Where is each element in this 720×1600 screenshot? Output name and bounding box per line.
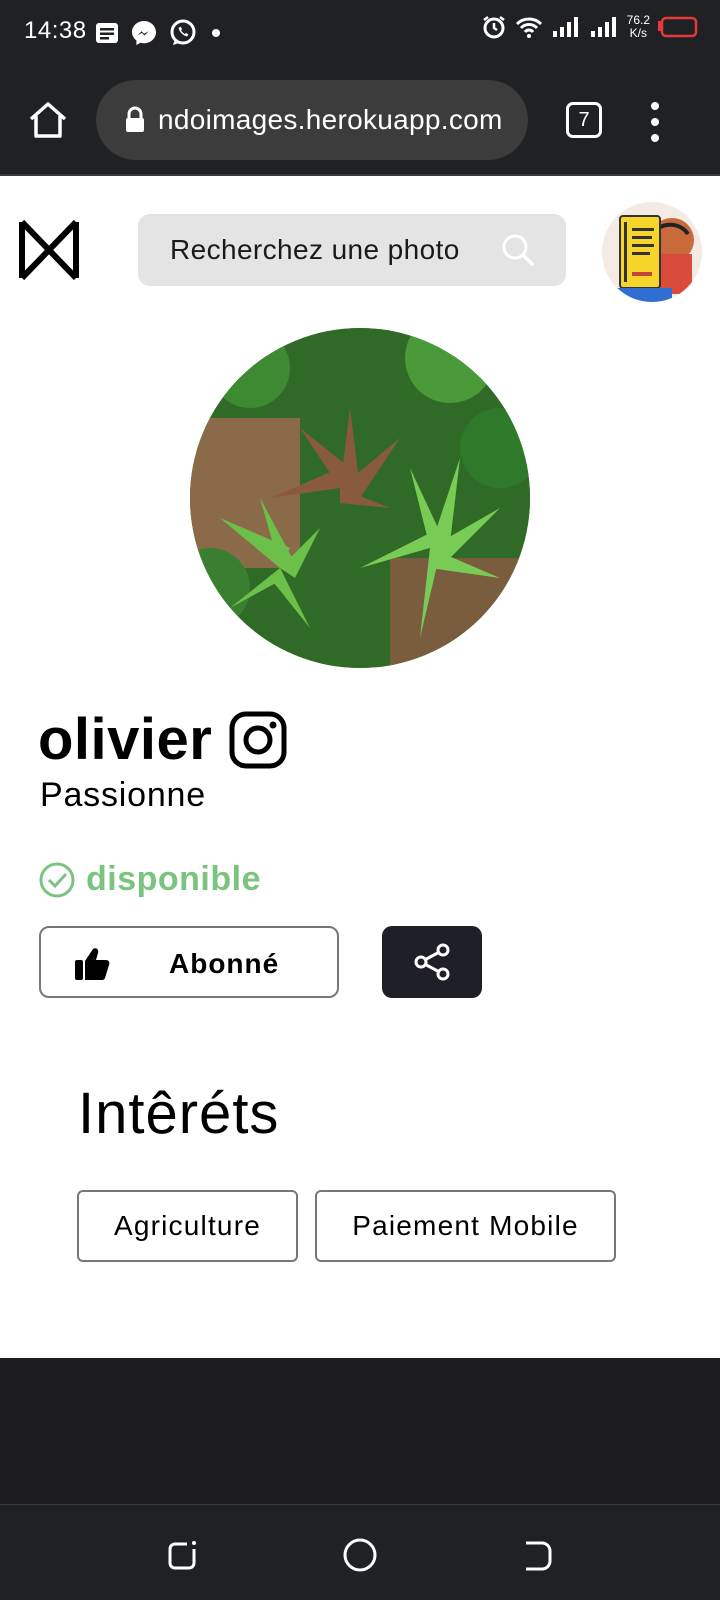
wifi-icon <box>515 17 542 38</box>
interests-title: Intêréts <box>78 1081 280 1146</box>
avatar-illustration <box>602 202 702 302</box>
url-bar[interactable]: ndoimages.herokuapp.com <box>96 80 528 160</box>
system-nav-bar <box>0 1504 720 1600</box>
plant-photo <box>190 328 530 668</box>
speed-unit: K/s <box>629 26 647 40</box>
instagram-icon[interactable] <box>228 710 288 770</box>
availability-status: disponible <box>38 860 261 899</box>
messenger-icon <box>132 21 156 45</box>
interest-chip-agriculture[interactable]: Agriculture <box>77 1190 298 1262</box>
app-logo[interactable] <box>18 218 80 282</box>
alarm-icon <box>482 16 505 39</box>
search-placeholder: Recherchez une photo <box>170 234 460 265</box>
thumbs-up-icon <box>75 948 110 980</box>
notes-icon <box>96 23 118 43</box>
home-icon[interactable] <box>26 98 70 142</box>
profile-name: olivier <box>38 707 213 772</box>
dot-icon <box>212 29 220 37</box>
lock-icon <box>126 106 144 132</box>
signal-icon <box>590 17 616 37</box>
share-button[interactable] <box>382 926 482 998</box>
search-icon[interactable] <box>500 232 536 268</box>
tab-switcher-button[interactable]: 7 <box>566 102 602 138</box>
status-bar: 14:38 76.2 K/s <box>0 0 720 64</box>
profile-subtitle: Passionne <box>40 776 206 814</box>
interest-chip-paiement-mobile[interactable]: Paiement Mobile <box>315 1190 616 1262</box>
home-nav-icon[interactable] <box>340 1535 380 1575</box>
status-text: disponible <box>86 860 261 898</box>
status-time: 14:38 <box>24 17 87 44</box>
battery-icon <box>658 16 698 38</box>
recent-apps-icon[interactable] <box>164 1535 204 1575</box>
url-text: ndoimages.herokuapp.com <box>158 104 503 135</box>
follow-label: Abonné <box>169 948 280 979</box>
browser-toolbar: ndoimages.herokuapp.com 7 <box>0 64 720 176</box>
share-icon <box>414 943 450 981</box>
more-menu-icon[interactable] <box>648 100 662 144</box>
user-avatar[interactable] <box>602 202 702 302</box>
whatsapp-icon <box>170 19 196 45</box>
follow-button[interactable]: Abonné <box>39 926 339 998</box>
signal-icon <box>552 17 578 37</box>
profile-name-row: olivier <box>38 706 288 773</box>
network-speed: 76.2 K/s <box>627 14 650 40</box>
check-circle-icon <box>39 862 75 897</box>
search-bar[interactable]: Recherchez une photo <box>138 214 566 286</box>
profile-photo <box>190 328 530 668</box>
back-icon[interactable] <box>516 1535 556 1575</box>
page-footer <box>0 1358 720 1504</box>
